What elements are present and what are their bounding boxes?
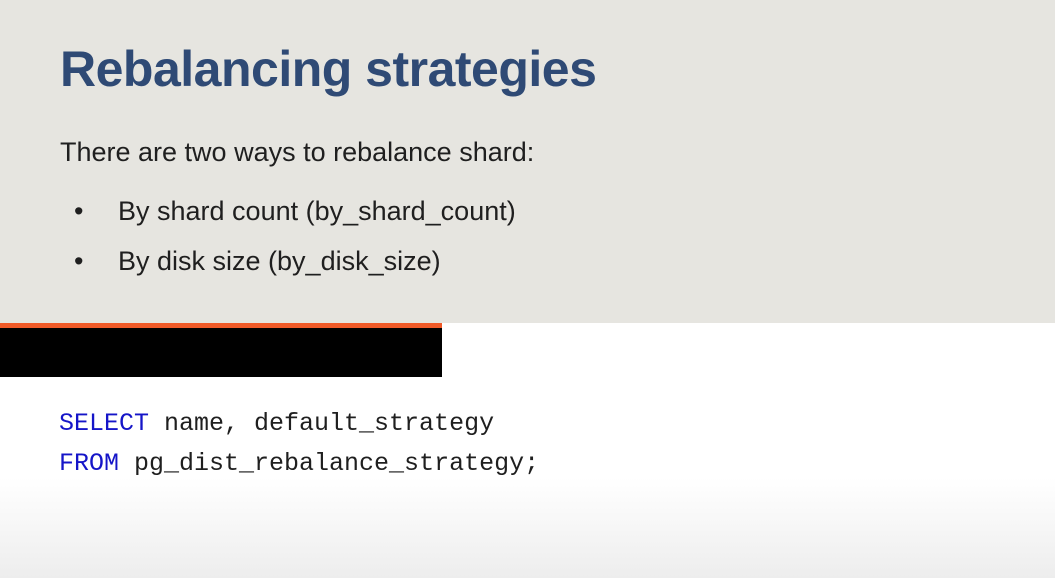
bullet-dot-icon: • (74, 246, 84, 276)
redaction-bar (0, 328, 442, 377)
slide: Rebalancing strategies There are two way… (0, 0, 1055, 578)
intro-text: There are two ways to rebalance shard: (60, 137, 535, 167)
sql-code-block: SELECT name, default_strategy FROM pg_dis… (59, 404, 539, 484)
code-text: name, default_strategy (149, 409, 495, 438)
code-line-select: SELECT name, default_strategy (59, 404, 539, 444)
bullet-dot-icon: • (74, 196, 84, 226)
slide-title: Rebalancing strategies (60, 41, 597, 97)
code-text: pg_dist_rebalance_strategy; (119, 449, 540, 478)
bullet-text: By disk size (by_disk_size) (118, 246, 441, 276)
bullet-text: By shard count (by_shard_count) (118, 196, 516, 226)
sql-keyword-select: SELECT (59, 409, 150, 438)
bottom-fade (0, 478, 1055, 578)
sql-keyword-from: FROM (59, 449, 120, 478)
